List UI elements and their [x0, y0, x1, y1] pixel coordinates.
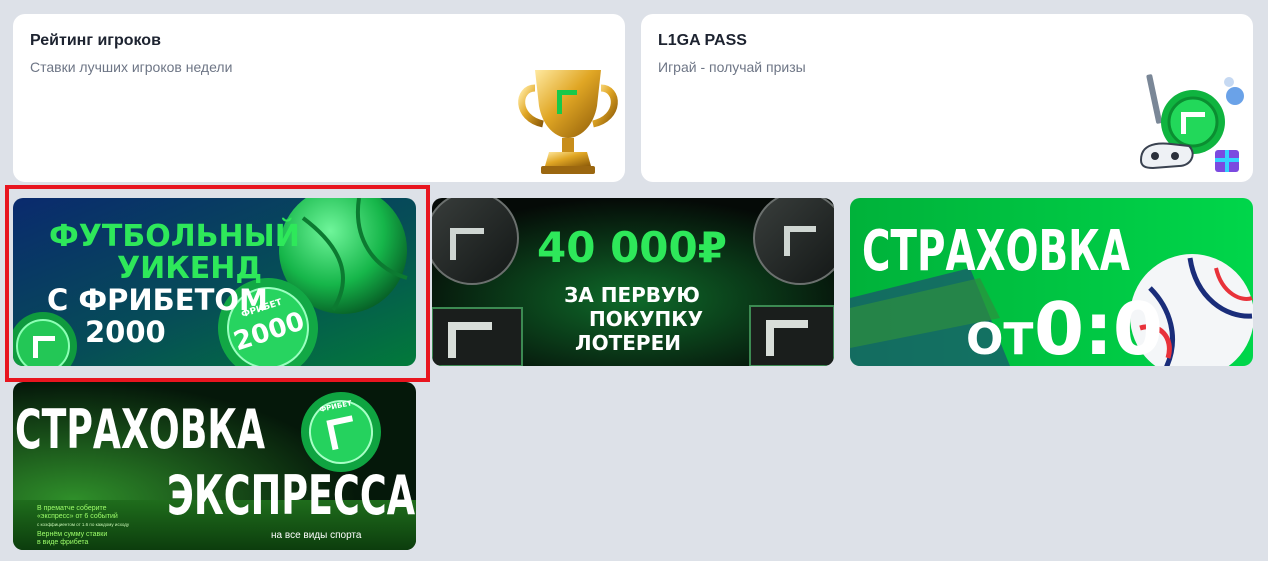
insurance-headline: СТРАХОВКА: [862, 219, 1130, 284]
trophy-icon: [518, 70, 618, 174]
lottery-amount: 40 000₽: [537, 223, 727, 272]
card-title: Рейтинг игроков: [30, 32, 161, 49]
express-headline-2: ЭКСПРЕССА: [167, 464, 415, 527]
express-insurance-banner[interactable]: ФРИБЕТ СТРАХОВКА ЭКСПРЕССА на все виды с…: [13, 382, 416, 550]
lottery-line-2: ПОКУПКУ: [589, 307, 703, 331]
banner-headline-3: С ФРИБЕТОМ: [47, 283, 268, 317]
express-rule-3a: Вернём сумму ставки: [37, 531, 107, 538]
insurance-word-ot: ОТ: [966, 314, 1033, 365]
card-title: L1GA PASS: [658, 32, 747, 49]
express-caption: на все виды спорта: [271, 530, 362, 541]
game-rewards-icon: [1139, 74, 1244, 172]
football-weekend-banner[interactable]: 2000 ФРИБЕТ ФУТБОЛЬНЫЙ УИКЕНД С ФРИБЕТОМ…: [13, 198, 416, 366]
banner-headline-4: 2000: [85, 315, 166, 349]
lottery-line-3: ЛОТЕРЕИ: [575, 331, 681, 355]
lottery-line-1: ЗА ПЕРВУЮ: [564, 283, 700, 307]
express-rule-2: с коэффициентом от 1.6 по каждому исходу: [37, 522, 130, 527]
banner-headline-1: ФУТБОЛЬНЫЙ: [49, 218, 300, 254]
banner-headline-2: УИКЕНД: [117, 251, 262, 286]
card-subtitle: Ставки лучших игроков недели: [30, 59, 233, 75]
express-rule-1a: В прематче соберите: [37, 504, 107, 512]
insurance-score: 0:0: [1034, 287, 1163, 366]
card-subtitle: Играй - получай призы: [658, 59, 806, 75]
liga-pass-card[interactable]: L1GA PASS Играй - получай призы: [641, 14, 1253, 182]
players-rating-card[interactable]: Рейтинг игроков Ставки лучших игроков не…: [13, 14, 625, 182]
express-headline-1: СТРАХОВКА: [15, 398, 265, 461]
express-rule-1b: «экспресс» от 6 событий: [37, 512, 118, 520]
express-rule-3b: в виде фрибета: [37, 538, 88, 546]
promotions-page: Рейтинг игроков Ставки лучших игроков не…: [0, 0, 1268, 561]
insurance-score-banner[interactable]: СТРАХОВКА ОТ 0:0: [850, 198, 1253, 366]
lottery-banner[interactable]: 40 000₽ ЗА ПЕРВУЮ ПОКУПКУ ЛОТЕРЕИ: [432, 198, 834, 366]
